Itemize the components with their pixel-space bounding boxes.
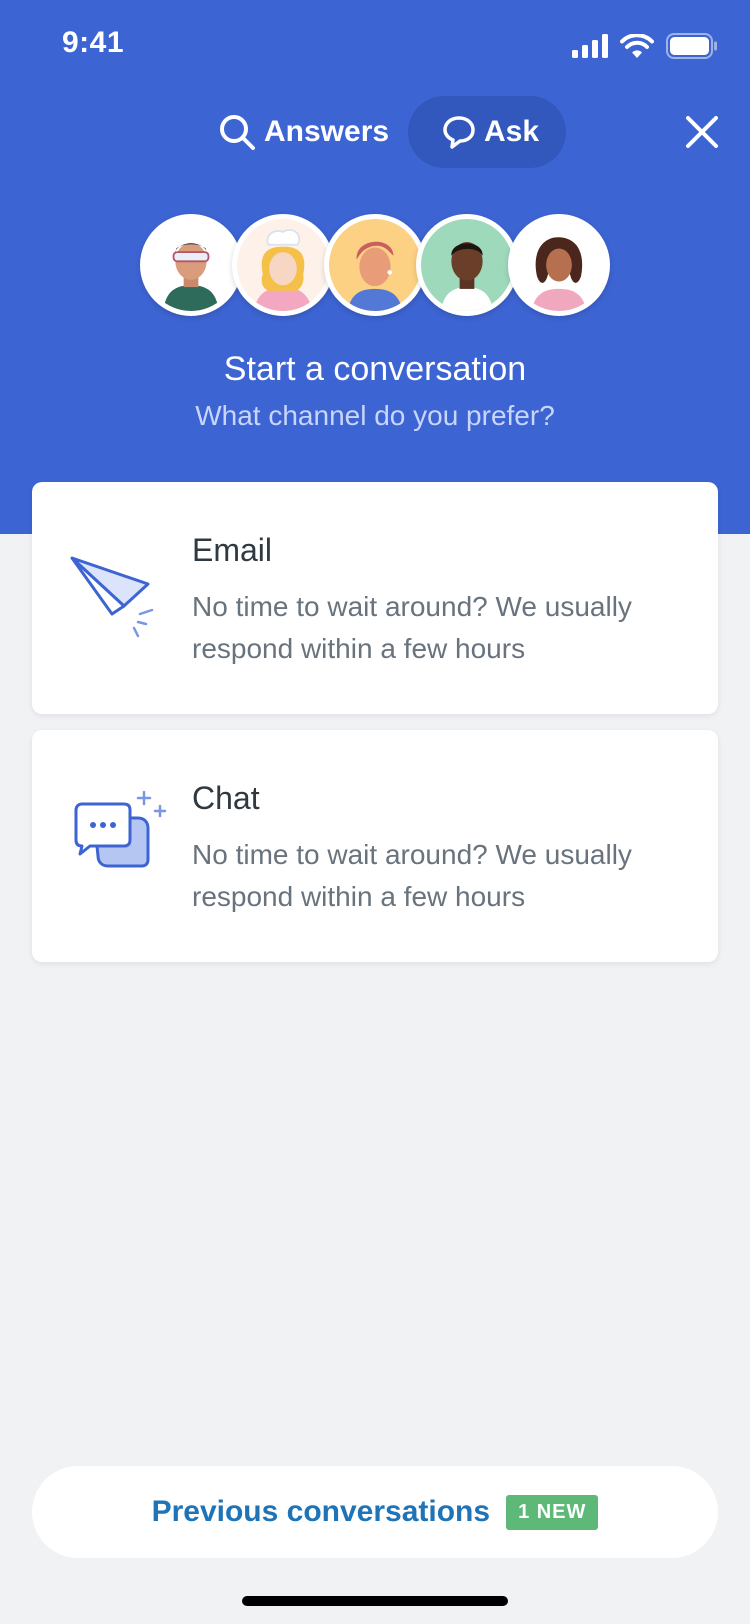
- email-card-description: No time to wait around? We usually respo…: [192, 591, 632, 664]
- wifi-icon: [620, 34, 654, 58]
- chat-channel-card[interactable]: Chat No time to wait around? We usually …: [32, 730, 718, 962]
- previous-conversations-label: Previous conversations: [151, 1495, 491, 1528]
- signal-icon: [572, 34, 608, 58]
- tab-answers-label: Answers: [264, 115, 390, 148]
- close-icon[interactable]: [682, 112, 722, 152]
- tab-ask-label: Ask: [484, 115, 540, 148]
- previous-conversations-button[interactable]: Previous conversations 1 NEW: [32, 1466, 718, 1558]
- chat-card-title: Chat: [192, 780, 260, 816]
- avatar: [324, 214, 426, 316]
- search-icon: [220, 115, 255, 150]
- avatar: [140, 214, 242, 316]
- tab-ask[interactable]: Ask: [408, 96, 566, 168]
- header: 9:41 Answers Ask Start a conversation Wh…: [0, 0, 750, 534]
- paper-plane-icon: [70, 556, 154, 638]
- hero-subtitle: What channel do you prefer?: [195, 400, 555, 431]
- email-channel-card[interactable]: Email No time to wait around? We usually…: [32, 482, 718, 714]
- nav-bar: Answers Ask: [0, 96, 750, 168]
- status-bar: 9:41: [0, 0, 750, 90]
- email-card-title: Email: [192, 532, 273, 568]
- status-time: 9:41: [62, 26, 125, 59]
- battery-icon: [666, 33, 717, 59]
- agent-avatars: [140, 214, 610, 318]
- chat-bubbles-icon: [74, 790, 167, 868]
- chat-card-description: No time to wait around? We usually respo…: [192, 839, 632, 912]
- new-badge: 1 NEW: [506, 1494, 599, 1530]
- home-indicator: [242, 1596, 508, 1606]
- tab-answers[interactable]: Answers: [210, 96, 397, 168]
- hero-title: Start a conversation: [223, 350, 527, 388]
- avatar: [416, 214, 518, 316]
- avatar: [232, 214, 334, 316]
- chat-bubble-icon: [443, 116, 475, 149]
- avatar: [508, 214, 610, 316]
- status-icons: [572, 32, 718, 60]
